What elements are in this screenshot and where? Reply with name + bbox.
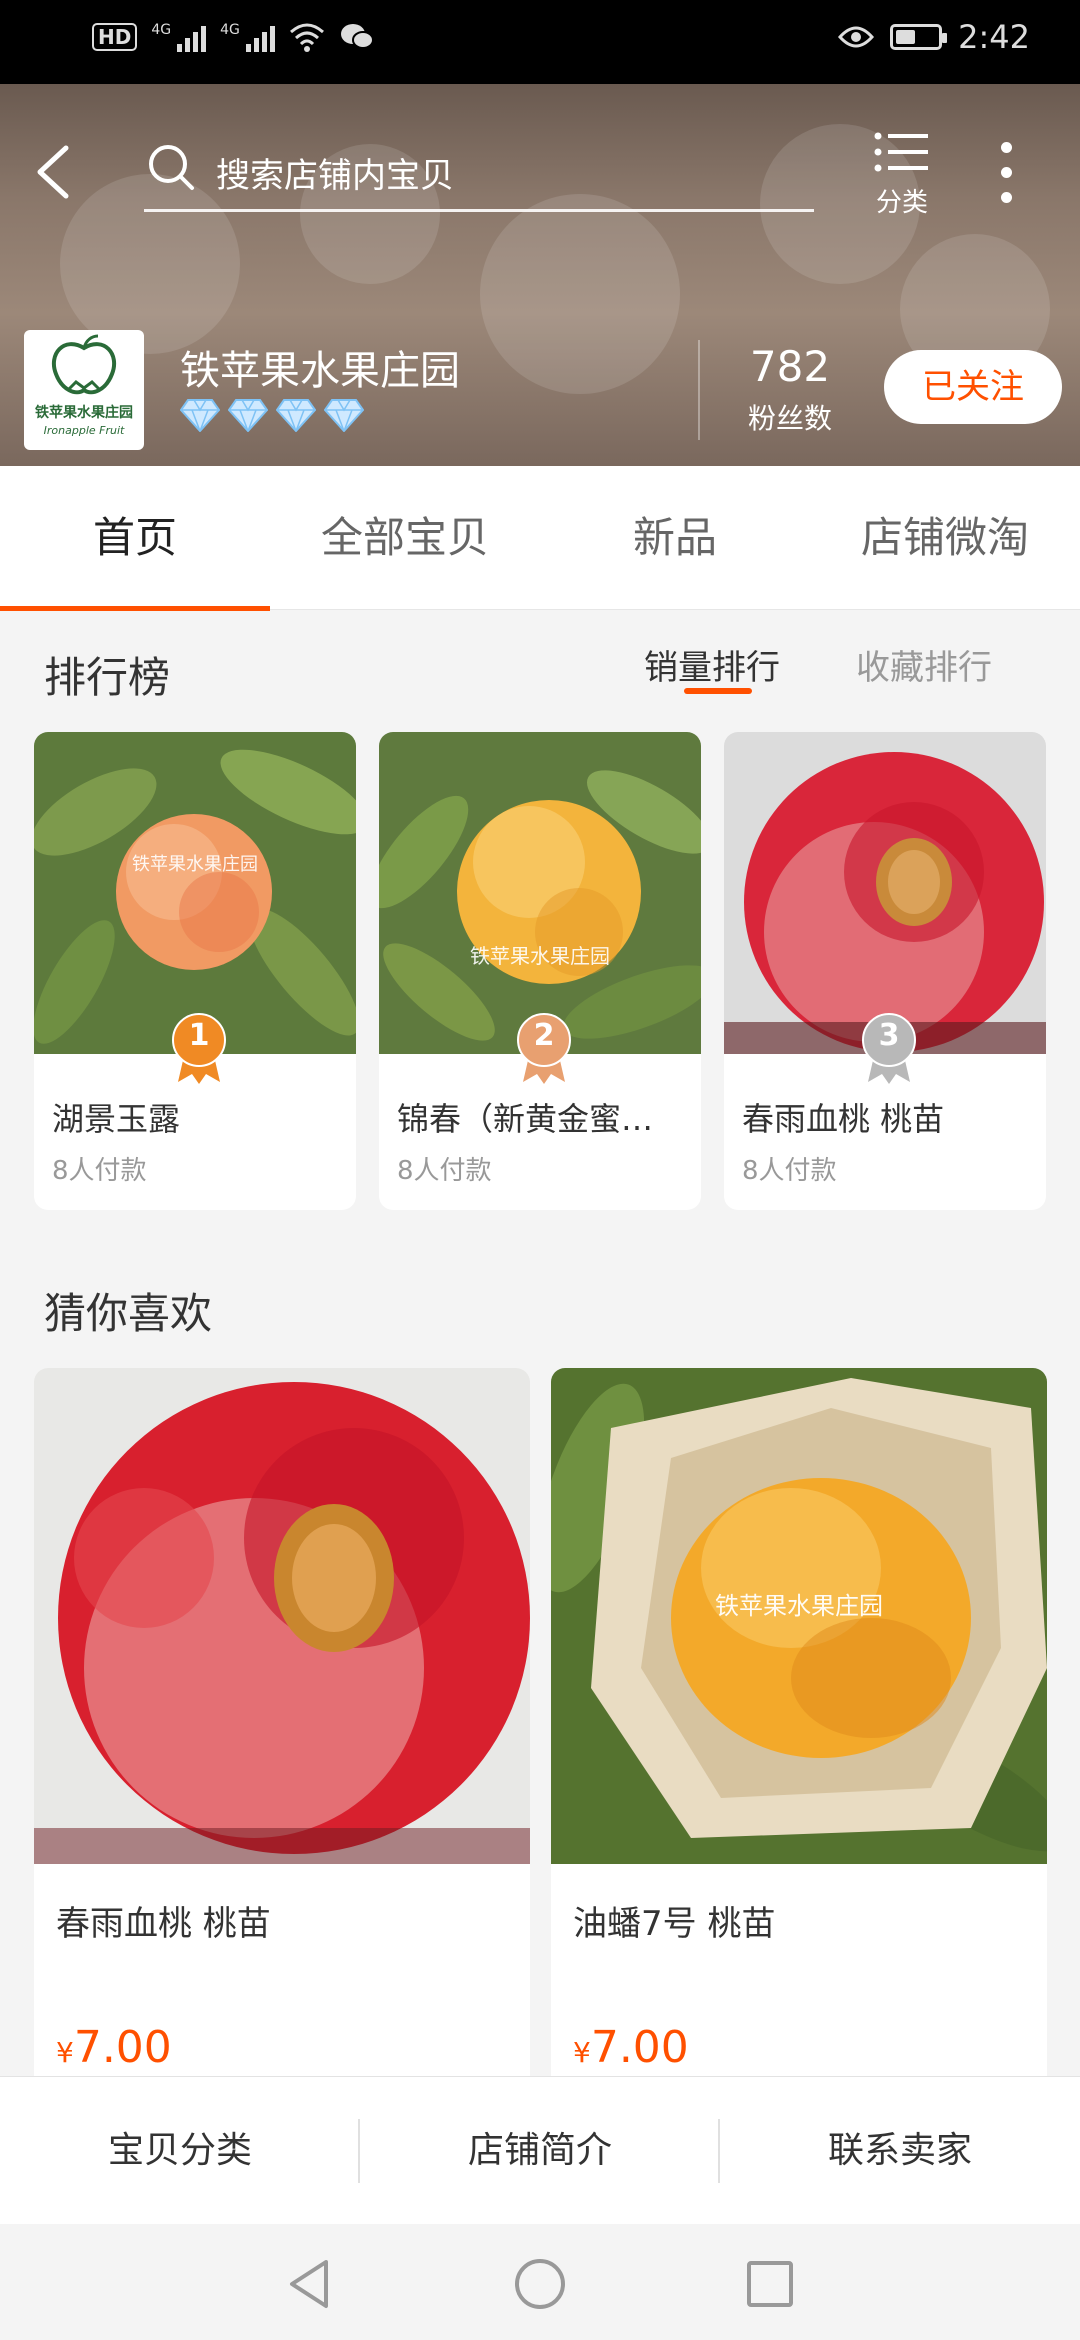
shop-search-bar[interactable]: 搜索店铺内宝贝 xyxy=(144,128,814,212)
product-image[interactable]: 铁苹果水果庄园 xyxy=(34,732,356,1054)
search-placeholder[interactable]: 搜索店铺内宝贝 xyxy=(216,148,454,197)
back-icon[interactable] xyxy=(30,142,80,202)
fans-number: 782 xyxy=(749,342,831,391)
recommend-title: 猜你喜欢 xyxy=(44,1289,213,1338)
product-watermark: 铁苹果水果庄园 xyxy=(470,944,610,968)
logo-subtext: Ironapple Fruit xyxy=(43,424,125,437)
rank-item-2[interactable]: 铁苹果水果庄园 2 锦春（新黄金蜜… 8人付款 xyxy=(379,732,701,1210)
network-type-2: 4G xyxy=(220,22,240,38)
product-watermark: 铁苹果水果庄园 xyxy=(715,1592,883,1620)
rank-number: 3 xyxy=(878,1018,900,1053)
nav-home-icon[interactable] xyxy=(510,2254,570,2314)
recommend-item-1[interactable]: 春雨血桃 桃苗 ¥7.00 xyxy=(34,1368,530,2088)
fans-label: 粉丝数 xyxy=(747,402,832,435)
diamond-icon xyxy=(324,399,364,432)
product-name[interactable]: 春雨血桃 桃苗 xyxy=(742,1094,1032,1140)
battery-icon xyxy=(890,24,948,50)
more-menu-icon[interactable] xyxy=(986,142,1026,222)
signal-icon xyxy=(177,22,207,52)
sort-by-favorites[interactable]: 收藏排行 xyxy=(856,640,992,689)
recommend-item-2[interactable]: 铁苹果水果庄园 油蟠7号 桃苗 ¥7.00 xyxy=(551,1368,1047,2088)
shop-name: 铁苹果水果庄园 xyxy=(180,348,460,394)
system-nav-bar xyxy=(0,2224,1080,2340)
tab-new-items[interactable]: 新品 xyxy=(540,466,810,610)
clock: 2:42 xyxy=(958,18,1030,56)
price-value: 7.00 xyxy=(73,2022,172,2073)
fans-count: 782 粉丝数 xyxy=(720,342,860,437)
wifi-icon xyxy=(289,23,324,52)
shop-intro-button[interactable]: 店铺简介 xyxy=(360,2077,720,2225)
product-watermark: 铁苹果水果庄园 xyxy=(132,854,258,875)
nav-recents-icon[interactable] xyxy=(740,2254,800,2314)
wechat-icon xyxy=(340,24,374,49)
product-sales: 8人付款 xyxy=(742,1156,837,1186)
tab-active-indicator xyxy=(0,606,270,611)
rank-item-1[interactable]: 铁苹果水果庄园 1 湖景玉露 8人付款 xyxy=(34,732,356,1210)
status-bar: HD 4G 4G 2:42 xyxy=(0,0,1080,84)
signal-icon xyxy=(245,22,275,52)
product-price: ¥7.00 xyxy=(56,2022,172,2073)
search-icon xyxy=(149,145,194,190)
eye-icon xyxy=(838,26,875,48)
sort-active-indicator xyxy=(684,688,752,694)
item-categories-button[interactable]: 宝贝分类 xyxy=(0,2077,360,2225)
shop-rating-diamonds xyxy=(180,398,364,432)
product-name[interactable]: 油蟠7号 桃苗 xyxy=(573,1896,775,1945)
list-icon xyxy=(874,132,928,172)
shop-bottom-bar: 宝贝分类 店铺简介 联系卖家 xyxy=(0,2076,1080,2224)
header-divider xyxy=(698,340,700,440)
network-type-1: 4G xyxy=(151,22,172,38)
ranking-title: 排行榜 xyxy=(44,653,171,702)
product-name[interactable]: 湖景玉露 xyxy=(52,1094,342,1140)
currency-symbol: ¥ xyxy=(573,2036,591,2069)
product-price: ¥7.00 xyxy=(573,2022,689,2073)
follow-button[interactable]: 已关注 xyxy=(884,350,1062,424)
product-image[interactable]: 铁苹果水果庄园 xyxy=(379,732,701,1054)
category-label: 分类 xyxy=(875,188,928,218)
shop-logo[interactable]: 铁苹果水果庄园 Ironapple Fruit xyxy=(24,330,144,450)
apple-logo-icon xyxy=(52,334,116,395)
logo-text: 铁苹果水果庄园 xyxy=(35,405,133,421)
hd-icon: HD xyxy=(92,23,138,51)
tab-home[interactable]: 首页 xyxy=(0,466,270,610)
sort-by-sales[interactable]: 销量排行 xyxy=(644,640,780,689)
rank-number: 2 xyxy=(533,1018,555,1053)
rank-number: 1 xyxy=(188,1018,210,1053)
tab-all-items[interactable]: 全部宝贝 xyxy=(270,466,540,610)
diamond-icon xyxy=(276,399,316,432)
product-image[interactable] xyxy=(34,1368,530,1864)
diamond-icon xyxy=(228,399,268,432)
category-button[interactable]: 分类 xyxy=(862,128,942,238)
price-value: 7.00 xyxy=(590,2022,689,2073)
nav-back-icon[interactable] xyxy=(280,2254,340,2314)
shop-header: 搜索店铺内宝贝 分类 铁苹果水果庄园 Ironapple Fruit 铁苹果水果… xyxy=(0,84,1080,466)
product-image[interactable] xyxy=(724,732,1046,1054)
currency-symbol: ¥ xyxy=(56,2036,74,2069)
product-name[interactable]: 锦春（新黄金蜜… xyxy=(397,1094,687,1140)
product-sales: 8人付款 xyxy=(397,1156,492,1186)
rank-item-3[interactable]: 3 春雨血桃 桃苗 8人付款 xyxy=(724,732,1046,1210)
contact-seller-button[interactable]: 联系卖家 xyxy=(720,2077,1080,2225)
diamond-icon xyxy=(180,399,220,432)
product-image[interactable]: 铁苹果水果庄园 xyxy=(551,1368,1047,1864)
product-name[interactable]: 春雨血桃 桃苗 xyxy=(56,1896,271,1945)
shop-tabs: 首页 全部宝贝 新品 店铺微淘 xyxy=(0,466,1080,611)
product-sales: 8人付款 xyxy=(52,1156,147,1186)
tab-shop-feed[interactable]: 店铺微淘 xyxy=(810,466,1080,610)
